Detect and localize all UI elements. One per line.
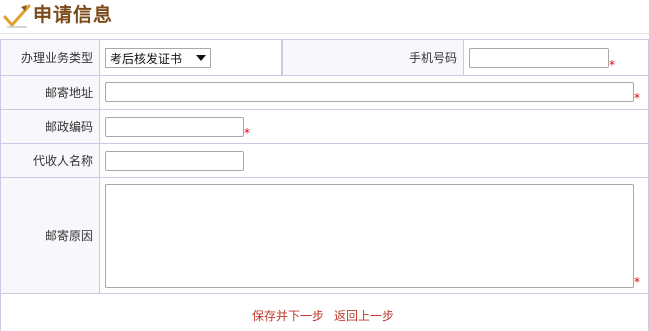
row-mail-reason: 邮寄原因 * — [0, 177, 649, 293]
phone-input[interactable] — [469, 48, 609, 68]
postal-code-input[interactable] — [105, 117, 244, 137]
pencil-check-icon — [3, 4, 31, 28]
mail-reason-required-mark: * — [634, 275, 640, 289]
row-mail-address: 邮寄地址 * — [0, 75, 649, 109]
mail-address-cell: * — [100, 76, 649, 109]
row-postal-code: 邮政编码 * — [0, 109, 649, 143]
postal-code-label: 邮政编码 — [0, 110, 100, 143]
business-type-cell: 考后核发证书 — [100, 40, 282, 75]
business-type-label: 办理业务类型 — [0, 40, 100, 75]
mail-reason-label: 邮寄原因 — [0, 178, 100, 293]
row-agent-name: 代收人名称 — [0, 143, 649, 177]
agent-name-cell — [100, 144, 649, 177]
go-back-link[interactable]: 返回上一步 — [334, 307, 394, 324]
row-business-phone: 办理业务类型 考后核发证书 手机号码 * — [0, 39, 649, 75]
mail-reason-cell: * — [100, 178, 649, 293]
phone-required-mark: * — [609, 58, 615, 72]
mail-address-label: 邮寄地址 — [0, 76, 100, 109]
postal-code-cell: * — [100, 110, 649, 143]
agent-name-input[interactable] — [105, 151, 244, 171]
dropdown-caret-icon — [196, 55, 206, 61]
agent-name-label: 代收人名称 — [0, 144, 100, 177]
phone-label: 手机号码 — [282, 40, 464, 75]
mail-address-input[interactable] — [105, 82, 634, 102]
section-header: 申请信息 — [0, 0, 649, 34]
page-title: 申请信息 — [33, 4, 114, 26]
form-actions: 保存并下一步 返回上一步 — [0, 293, 649, 331]
mail-reason-textarea[interactable] — [105, 184, 634, 288]
phone-cell: * — [464, 40, 649, 75]
business-type-select[interactable]: 考后核发证书 — [105, 48, 211, 68]
save-next-link[interactable]: 保存并下一步 — [252, 307, 324, 324]
postal-code-required-mark: * — [244, 126, 250, 140]
mail-address-required-mark: * — [634, 91, 640, 105]
